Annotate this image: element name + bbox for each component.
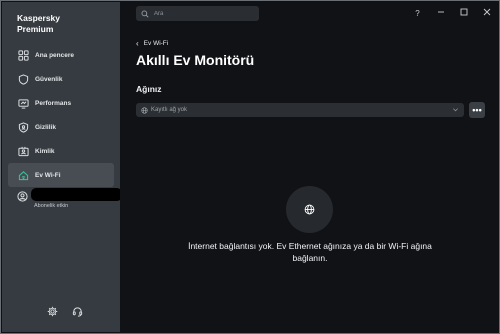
main-content: ? ‹ Ev Wi-Fi Akıllı Ev Monitörü Ağınız K… <box>120 2 498 332</box>
chevron-down-icon <box>453 108 458 112</box>
more-options-button[interactable]: ••• <box>469 102 485 118</box>
window-controls: ? <box>406 2 498 24</box>
performance-icon <box>17 97 29 109</box>
brand-edition: Premium <box>17 24 54 34</box>
shield-icon <box>17 73 29 85</box>
settings-gear-icon[interactable] <box>47 304 58 322</box>
sidebar-item-kimlik[interactable]: Kimlik <box>8 139 114 163</box>
close-icon <box>483 8 490 16</box>
account-section[interactable]: Abonelik etkin <box>17 188 123 210</box>
sidebar-item-guvenlik[interactable]: Güvenlik <box>8 67 114 91</box>
sidebar: Kaspersky Premium Ana pencere Güvenlik P… <box>2 2 123 332</box>
close-button[interactable] <box>475 8 498 18</box>
search-icon <box>141 10 149 18</box>
breadcrumb-label: Ev Wi-Fi <box>143 40 169 47</box>
brand-name: Kaspersky <box>17 13 61 23</box>
user-avatar-icon <box>17 191 28 202</box>
privacy-shield-icon <box>17 121 29 133</box>
sidebar-item-label: Ev Wi-Fi <box>35 171 61 179</box>
sidebar-footer <box>47 304 83 322</box>
sidebar-item-ev-wifi[interactable]: Ev Wi-Fi <box>8 163 114 187</box>
maximize-icon <box>460 8 467 16</box>
sidebar-item-label: Ana pencere <box>35 51 75 59</box>
search-input[interactable] <box>154 10 254 17</box>
search-box[interactable] <box>136 6 259 21</box>
globe-icon <box>141 106 148 114</box>
network-select[interactable]: Kayıtlı ağ yok <box>136 103 464 117</box>
maximize-button[interactable] <box>452 8 475 18</box>
network-select-value: Kayıtlı ağ yok <box>151 107 188 113</box>
help-button[interactable]: ? <box>406 9 429 18</box>
sidebar-item-label: Performans <box>35 99 72 107</box>
sidebar-item-ana-pencere[interactable]: Ana pencere <box>8 43 114 67</box>
app-window: Kaspersky Premium Ana pencere Güvenlik P… <box>0 0 500 334</box>
chevron-left-icon: ‹ <box>136 39 139 48</box>
sidebar-item-label: Gizlilik <box>35 123 56 131</box>
sidebar-item-gizlilik[interactable]: Gizlilik <box>8 115 114 139</box>
app-brand: Kaspersky Premium <box>17 13 60 35</box>
page-title: Akıllı Ev Monitörü <box>136 52 255 68</box>
sidebar-item-label: Güvenlik <box>35 75 63 83</box>
globe-icon <box>304 204 315 215</box>
subscription-status: Abonelik etkin <box>34 203 69 209</box>
breadcrumb-back-link[interactable]: ‹ Ev Wi-Fi <box>136 39 168 48</box>
home-wifi-icon <box>17 169 29 181</box>
empty-state-message: İnternet bağlantısı yok. Ev Ethernet ağı… <box>188 241 432 263</box>
redacted-account-name <box>31 188 123 201</box>
sidebar-nav: Ana pencere Güvenlik Performans Gizlilik <box>8 43 114 187</box>
empty-state-globe <box>286 186 333 233</box>
sidebar-item-label: Kimlik <box>35 147 55 155</box>
home-grid-icon <box>17 49 29 61</box>
support-headset-icon[interactable] <box>72 304 83 322</box>
minimize-icon <box>437 11 444 13</box>
sidebar-item-performans[interactable]: Performans <box>8 91 114 115</box>
section-title: Ağınız <box>136 84 162 94</box>
identity-card-icon <box>17 145 29 157</box>
minimize-button[interactable] <box>429 8 452 18</box>
